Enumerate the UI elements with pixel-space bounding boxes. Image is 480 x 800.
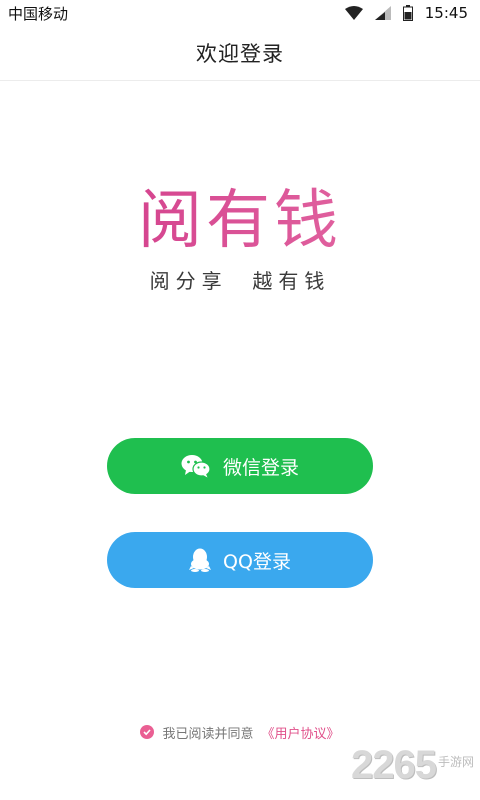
agreement-text: 我已阅读并同意	[162, 726, 254, 742]
title-bar: 欢迎登录	[0, 26, 480, 81]
wechat-login-label: 微信登录	[222, 456, 299, 479]
qq-login-label: QQ登录	[223, 550, 291, 573]
wechat-login-button[interactable]: 微信登录	[107, 438, 373, 494]
logo-slogan: 阅分享 越有钱	[149, 269, 331, 293]
battery-icon	[402, 5, 413, 21]
logo-text: 阅有钱	[138, 184, 342, 258]
page-title: 欢迎登录	[196, 42, 284, 66]
carrier-label: 中国移动	[8, 4, 69, 23]
user-agreement-link[interactable]: 《用户协议》	[262, 723, 340, 742]
qq-login-button[interactable]: QQ登录	[107, 532, 373, 588]
wifi-icon	[344, 6, 363, 20]
watermark-site: 手游网	[437, 755, 474, 769]
qq-penguin-icon	[189, 548, 212, 572]
app-logo: 阅有钱 阅分享 越有钱	[0, 185, 480, 294]
clock-time: 15:45	[424, 4, 468, 22]
checkmark-icon[interactable]	[140, 725, 155, 739]
watermark-number: 2265	[351, 743, 437, 787]
status-icons: 15:45	[344, 4, 468, 22]
agreement-row: 我已阅读并同意 《用户协议》	[0, 720, 480, 744]
site-watermark: 2265 手游网	[351, 743, 474, 788]
wechat-icon	[181, 454, 211, 478]
signal-icon	[374, 6, 391, 20]
status-bar: 中国移动 15:45	[0, 0, 480, 26]
